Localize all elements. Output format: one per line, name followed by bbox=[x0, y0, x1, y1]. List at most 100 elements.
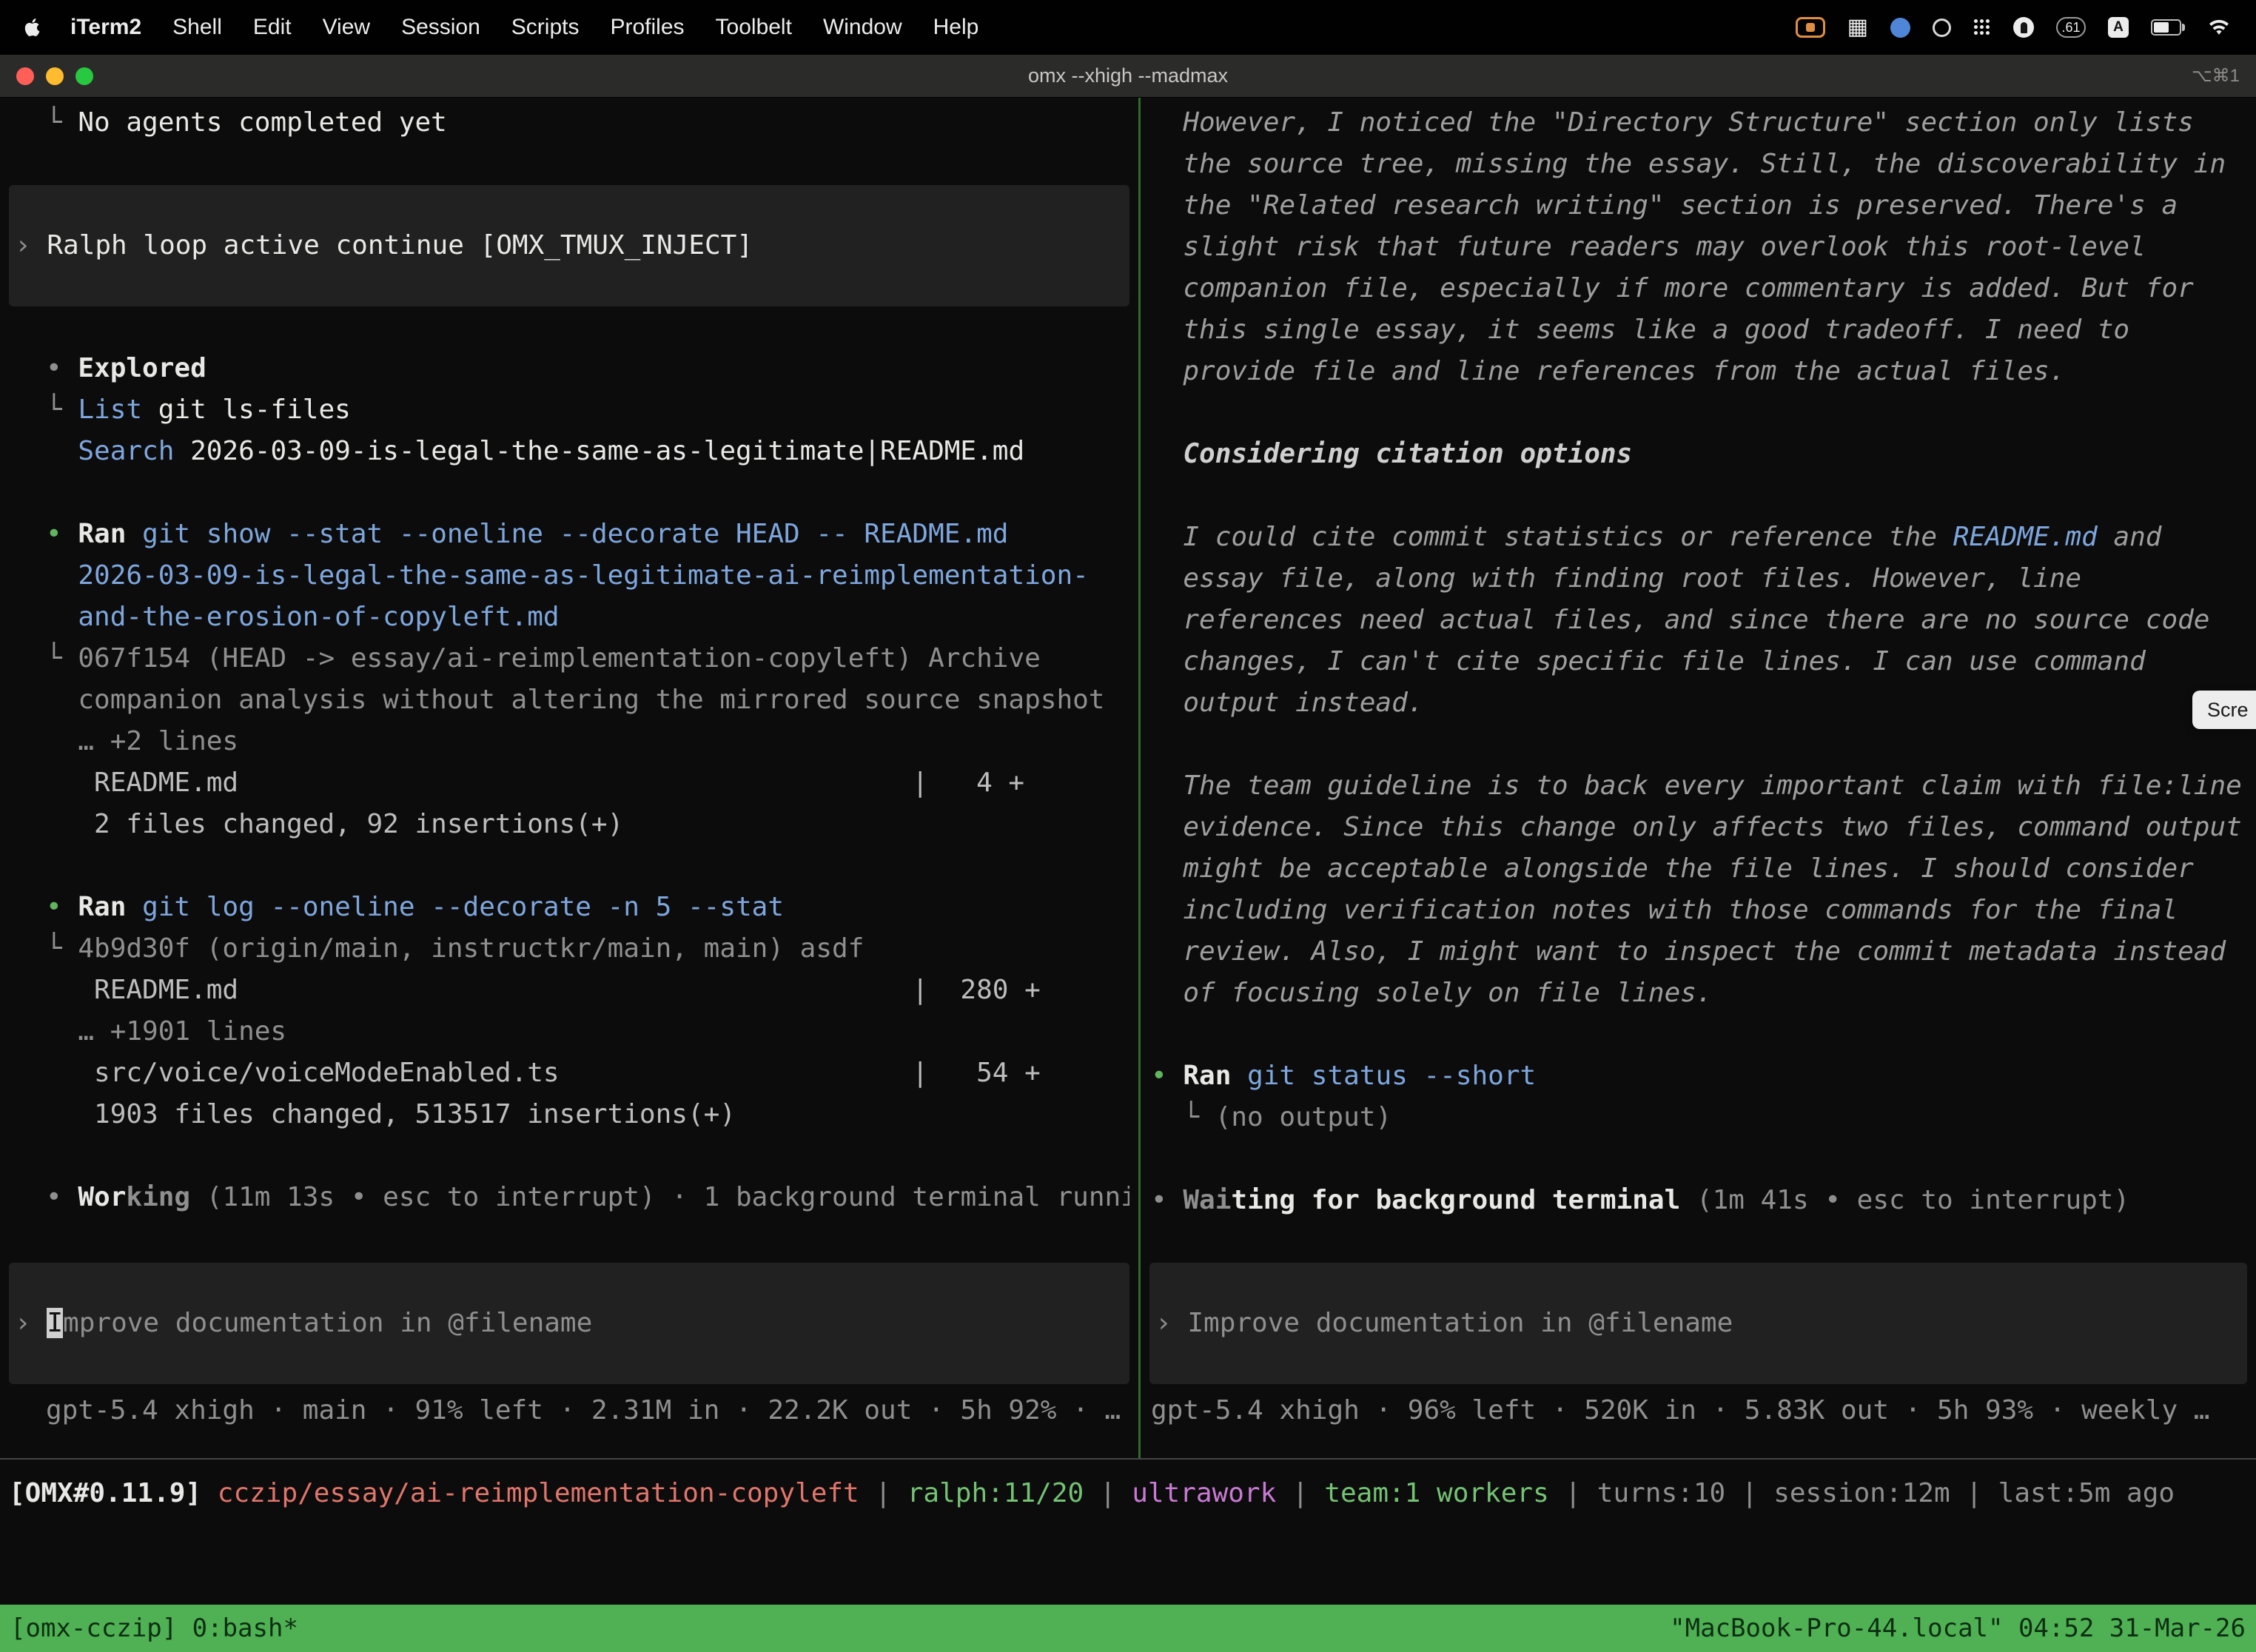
tmux-session-label: [omx-cczip] 0:bash* bbox=[10, 1614, 298, 1643]
menu-item-view[interactable]: View bbox=[307, 15, 386, 39]
menubar-status-icons: ▦ .61 A bbox=[1796, 16, 2237, 38]
terminal-line bbox=[1149, 1014, 2247, 1055]
menu-item-iterm2[interactable]: iTerm2 bbox=[55, 15, 157, 39]
terminal-line: Considering citation options bbox=[1149, 434, 2247, 475]
menu-item-scripts[interactable]: Scripts bbox=[496, 15, 595, 39]
screen-recording-indicator-icon[interactable] bbox=[1796, 17, 1825, 38]
terminal-line: might be acceptable alongside the file l… bbox=[1149, 848, 2247, 890]
terminal-line: • Waiting for background terminal (1m 41… bbox=[1149, 1180, 2247, 1221]
terminal-line bbox=[9, 144, 1129, 185]
terminal-line bbox=[9, 472, 1129, 514]
terminal-line: and-the-erosion-of-copyleft.md bbox=[9, 597, 1129, 638]
terminal-line: changes, I can't cite specific file line… bbox=[1149, 641, 2247, 682]
terminal-line: this single essay, it seems like a good … bbox=[1149, 309, 2247, 351]
minimize-button[interactable] bbox=[46, 67, 64, 85]
terminal-line: slight risk that future readers may over… bbox=[1149, 226, 2247, 268]
battery-nub bbox=[2182, 24, 2185, 31]
menu-item-edit[interactable]: Edit bbox=[238, 15, 307, 39]
terminal-line: src/voice/voiceModeEnabled.ts | 54 + bbox=[9, 1052, 1129, 1094]
screen-share-chip-label: Scre bbox=[2207, 699, 2249, 722]
terminal-line: • Ran git log --oneline --decorate -n 5 … bbox=[9, 887, 1129, 928]
window-shortcut-hint: ⌥⌘1 bbox=[2192, 65, 2256, 87]
menu-item-window[interactable]: Window bbox=[808, 15, 918, 39]
left-model-statusline: gpt-5.4 xhigh · main · 91% left · 2.31M … bbox=[9, 1390, 1129, 1431]
terminal-line bbox=[1149, 392, 2247, 434]
tmux-status-bar: [omx-cczip] 0:bash* "MacBook-Pro-44.loca… bbox=[0, 1605, 2256, 1652]
right-prompt-input[interactable]: › Improve documentation in @filename bbox=[1149, 1263, 2247, 1384]
terminal-line: the source tree, missing the essay. Stil… bbox=[1149, 144, 2247, 185]
terminal-line: • Explored bbox=[9, 348, 1129, 389]
keyboard-layout-icon[interactable]: A bbox=[2108, 17, 2129, 38]
record-dot-icon bbox=[1806, 23, 1815, 32]
omx-status-bar: [OMX#0.11.9] cczip/essay/ai-reimplementa… bbox=[0, 1460, 2256, 1525]
terminal-line: └ List git ls-files bbox=[9, 389, 1129, 431]
terminal-line: references need actual files, and since … bbox=[1149, 600, 2247, 641]
left-terminal-pane[interactable]: └ No agents completed yet › Ralph loop ac… bbox=[0, 98, 1138, 1458]
terminal-line: of focusing solely on file lines. bbox=[1149, 973, 2247, 1014]
terminal-line: companion analysis without altering the … bbox=[9, 679, 1129, 721]
menu-item-profiles[interactable]: Profiles bbox=[594, 15, 699, 39]
gauge-value: .61 bbox=[2061, 20, 2080, 36]
tmux-host-clock: "MacBook-Pro-44.local" 04:52 31-Mar-26 bbox=[1670, 1614, 2246, 1643]
macos-menu-bar: iTerm2ShellEditViewSessionScriptsProfile… bbox=[0, 0, 2256, 55]
menu-item-help[interactable]: Help bbox=[918, 15, 995, 39]
terminal-line: └ No agents completed yet bbox=[9, 102, 1129, 144]
terminal-line: companion file, especially if more comme… bbox=[1149, 268, 2247, 309]
terminal-line: 2026-03-09-is-legal-the-same-as-legitima… bbox=[9, 555, 1129, 597]
right-pane-spacer bbox=[1149, 1221, 2247, 1263]
zoom-button[interactable] bbox=[75, 67, 93, 85]
terminal-line: └ 067f154 (HEAD -> essay/ai-reimplementa… bbox=[9, 638, 1129, 679]
terminal-line: evidence. Since this change only affects… bbox=[1149, 807, 2247, 848]
window-title-bar: omx --xhigh --madmax ⌥⌘1 bbox=[0, 55, 2256, 98]
terminal-line: … +2 lines bbox=[9, 721, 1129, 762]
battery-icon[interactable] bbox=[2151, 19, 2185, 36]
menu-item-session[interactable]: Session bbox=[386, 15, 496, 39]
terminal-line: 1903 files changed, 513517 insertions(+) bbox=[9, 1094, 1129, 1135]
terminal-line: └ 4b9d30f (origin/main, instructkr/main,… bbox=[9, 928, 1129, 970]
terminal-line: 2 files changed, 92 insertions(+) bbox=[9, 804, 1129, 845]
terminal-box: › Ralph loop active continue [OMX_TMUX_I… bbox=[9, 185, 1129, 306]
terminal-line: However, I noticed the "Directory Struct… bbox=[1149, 102, 2247, 144]
terminal-line: output instead. bbox=[1149, 682, 2247, 724]
terminal-line: essay file, along with finding root file… bbox=[1149, 558, 2247, 600]
menu-item-toolbelt[interactable]: Toolbelt bbox=[700, 15, 808, 39]
right-terminal-pane[interactable]: However, I noticed the "Directory Struct… bbox=[1141, 98, 2256, 1458]
terminal-line: including verification notes with those … bbox=[1149, 890, 2247, 931]
right-model-statusline: gpt-5.4 xhigh · 96% left · 520K in · 5.8… bbox=[1149, 1390, 2247, 1431]
battery-fill bbox=[2154, 22, 2169, 33]
terminal-line bbox=[1149, 475, 2247, 517]
terminal-line: I could cite commit statistics or refere… bbox=[1149, 517, 2247, 558]
terminal-line: • Ran git show --stat --oneline --decora… bbox=[9, 514, 1129, 555]
grid-app-icon[interactable]: ▦ bbox=[1847, 16, 1868, 38]
terminal-line: • Working (11m 13s • esc to interrupt) ·… bbox=[9, 1177, 1129, 1218]
terminal-line: README.md | 4 + bbox=[9, 762, 1129, 804]
terminal-area: └ No agents completed yet › Ralph loop ac… bbox=[0, 98, 2256, 1605]
terminal-line: README.md | 280 + bbox=[9, 970, 1129, 1011]
terminal-line: The team guideline is to back every impo… bbox=[1149, 765, 2247, 807]
terminal-line: Search 2026-03-09-is-legal-the-same-as-l… bbox=[9, 431, 1129, 472]
window-title: omx --xhigh --madmax bbox=[0, 64, 2256, 87]
terminal-line: … +1901 lines bbox=[9, 1011, 1129, 1052]
keyboard-letter: A bbox=[2113, 19, 2124, 36]
password-key-icon[interactable] bbox=[2013, 17, 2034, 38]
terminal-line: provide file and line references from th… bbox=[1149, 351, 2247, 392]
left-prompt-input[interactable]: › Improve documentation in @filename bbox=[9, 1263, 1129, 1384]
wifi-icon[interactable] bbox=[2207, 18, 2231, 37]
screen-share-chip[interactable]: Scre bbox=[2192, 691, 2256, 729]
terminal-bottom-filler bbox=[0, 1525, 2256, 1605]
tmux-panes: └ No agents completed yet › Ralph loop ac… bbox=[0, 98, 2256, 1458]
dots-grid-app-icon[interactable] bbox=[1973, 19, 1991, 36]
blue-app-icon[interactable] bbox=[1890, 18, 1910, 38]
close-button[interactable] bbox=[16, 67, 34, 85]
terminal-line bbox=[9, 845, 1129, 887]
menu-items: iTerm2ShellEditViewSessionScriptsProfile… bbox=[55, 15, 994, 40]
ring-app-icon[interactable] bbox=[1933, 19, 1951, 37]
traffic-lights bbox=[0, 67, 93, 85]
gauge-icon[interactable]: .61 bbox=[2056, 17, 2086, 38]
terminal-line bbox=[1149, 1138, 2247, 1180]
menu-item-shell[interactable]: Shell bbox=[157, 15, 238, 39]
iterm2-window: iTerm2ShellEditViewSessionScriptsProfile… bbox=[0, 0, 2256, 1652]
apple-menu-icon[interactable] bbox=[24, 16, 43, 38]
battery-body bbox=[2151, 19, 2181, 36]
keyhole-icon bbox=[2021, 22, 2027, 33]
